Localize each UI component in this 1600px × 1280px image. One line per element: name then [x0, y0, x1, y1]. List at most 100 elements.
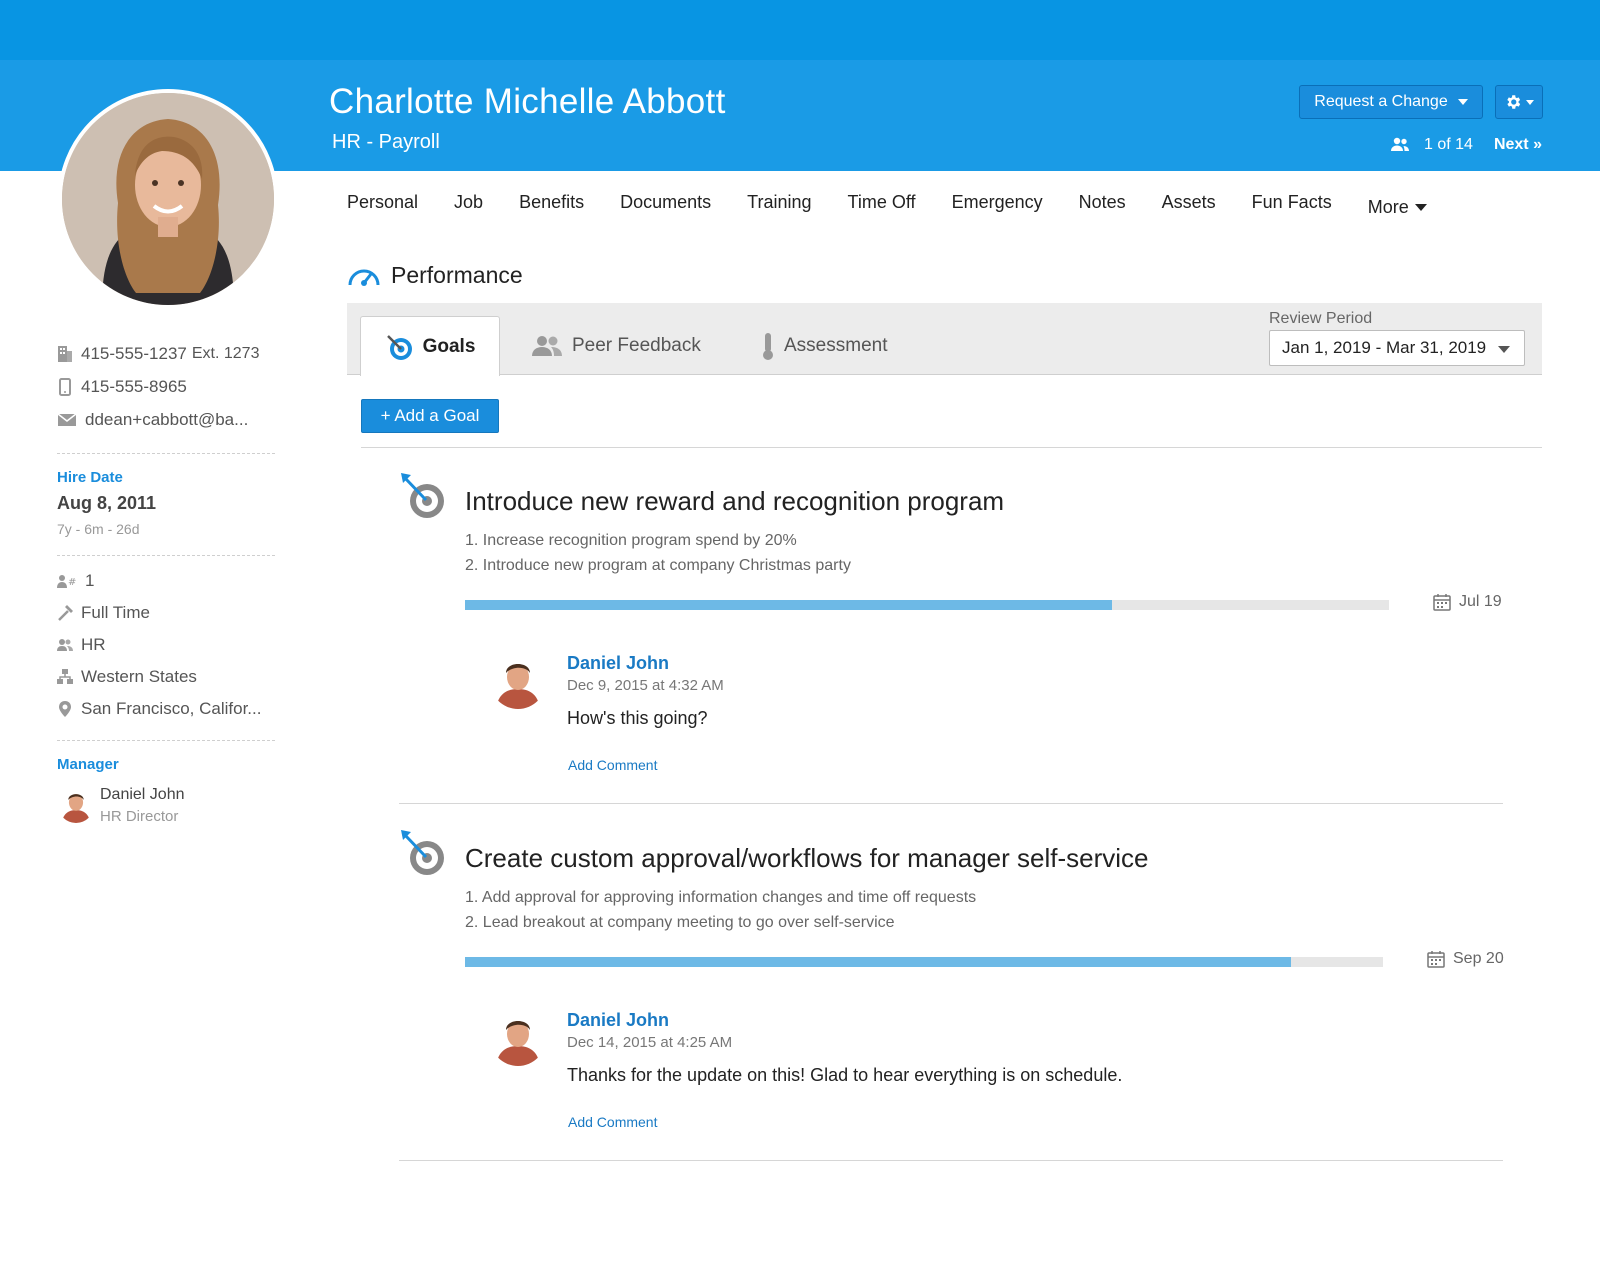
- manager-title: HR Director: [100, 808, 179, 825]
- section-header: Performance: [347, 262, 523, 289]
- goal-progress-fill: [465, 957, 1292, 967]
- location-value: San Francisco, Califor...: [81, 699, 262, 718]
- tab-assessment-label: Assessment: [784, 335, 888, 356]
- department: HR: [57, 635, 106, 655]
- employee-photo: [58, 89, 278, 309]
- goal-milestone: 2. Lead breakout at company meeting to g…: [465, 914, 895, 931]
- goal-milestone: 1. Add approval for approving informatio…: [465, 889, 977, 906]
- work-phone-ext: Ext. 1273: [191, 345, 260, 362]
- next-employee-link[interactable]: Next »: [1494, 136, 1542, 154]
- tab-time-off[interactable]: Time Off: [848, 192, 916, 222]
- employee-name: Charlotte Michelle Abbott: [329, 82, 726, 121]
- divider: [399, 1160, 1503, 1161]
- request-change-button[interactable]: Request a Change: [1299, 85, 1483, 119]
- location: San Francisco, Califor...: [57, 699, 261, 719]
- hire-date: Aug 8, 2011: [57, 493, 157, 513]
- tab-emergency[interactable]: Emergency: [952, 192, 1043, 222]
- goal-title[interactable]: Introduce new reward and recognition pro…: [465, 486, 1004, 517]
- add-goal-button[interactable]: + Add a Goal: [361, 399, 499, 433]
- comment-author[interactable]: Daniel John: [567, 1010, 669, 1031]
- top-bar: [0, 0, 1600, 60]
- goal-progress-bar: [465, 600, 1389, 610]
- review-period-value: Jan 1, 2019 - Mar 31, 2019: [1282, 338, 1487, 357]
- section-title: Performance: [391, 262, 523, 288]
- employee-department: HR - Payroll: [332, 131, 440, 153]
- review-period-select[interactable]: Jan 1, 2019 - Mar 31, 2019: [1269, 330, 1525, 366]
- tab-documents[interactable]: Documents: [620, 192, 711, 222]
- tab-notes[interactable]: Notes: [1079, 192, 1126, 222]
- hammer-icon: [58, 605, 73, 621]
- mobile-icon: [59, 378, 71, 396]
- goal-due-date: Sep 20: [1427, 950, 1504, 968]
- employment-type-value: Full Time: [81, 603, 150, 622]
- tab-personal[interactable]: Personal: [347, 192, 418, 222]
- hire-duration: 7y - 6m - 26d: [57, 521, 140, 537]
- comment-date: Dec 9, 2015 at 4:32 AM: [567, 677, 724, 694]
- goal-title[interactable]: Create custom approval/workflows for man…: [465, 843, 1148, 874]
- mobile-phone: 415-555-8965: [57, 377, 187, 397]
- target-icon: [386, 334, 412, 360]
- tab-peer-feedback[interactable]: Peer Feedback: [530, 316, 701, 376]
- division-value: Western States: [81, 667, 197, 686]
- tab-training[interactable]: Training: [747, 192, 811, 222]
- divider: [57, 453, 275, 454]
- tab-assessment[interactable]: Assessment: [760, 316, 887, 376]
- employee-number-value: 1: [85, 571, 95, 590]
- tab-goals-label: Goals: [422, 335, 476, 357]
- profile-tabs: Personal Job Benefits Documents Training…: [347, 192, 1427, 222]
- goal-progress-bar: [465, 957, 1383, 967]
- divider: [399, 803, 1503, 804]
- goal-progress-fill: [465, 600, 1112, 610]
- tab-peer-feedback-label: Peer Feedback: [572, 335, 701, 356]
- goal-milestone: 2. Introduce new program at company Chri…: [465, 557, 851, 574]
- tab-assets[interactable]: Assets: [1162, 192, 1216, 222]
- manager-name[interactable]: Daniel John: [100, 786, 185, 804]
- comment-date: Dec 14, 2015 at 4:25 AM: [567, 1034, 733, 1051]
- email-address[interactable]: ddean+cabbott@ba...: [85, 410, 248, 430]
- mobile-phone-number[interactable]: 415-555-8965: [81, 377, 187, 397]
- performance-tabs: Goals Peer Feedback Assessment Review Pe…: [347, 303, 1542, 376]
- request-change-label: Request a Change: [1314, 93, 1448, 110]
- thermometer-icon: [763, 333, 773, 360]
- tab-more[interactable]: More: [1368, 192, 1427, 222]
- review-period-label: Review Period: [1269, 310, 1373, 327]
- work-phone-number[interactable]: 415-555-1237: [81, 344, 187, 364]
- id-badge-icon: #: [57, 575, 76, 588]
- goal-milestone: 1. Increase recognition program spend by…: [465, 532, 797, 549]
- chevron-down-icon: [1457, 99, 1468, 105]
- pager-count: 1 of 14: [1424, 136, 1473, 153]
- speedometer-icon: [348, 269, 380, 286]
- tab-goals[interactable]: Goals: [360, 316, 500, 376]
- people-icon: [57, 639, 73, 651]
- hire-date-label: Hire Date: [57, 469, 123, 486]
- email: ddean+cabbott@ba...: [57, 410, 248, 430]
- avatar: [490, 653, 546, 709]
- map-pin-icon: [59, 701, 71, 717]
- comment-author[interactable]: Daniel John: [567, 653, 669, 674]
- employee-number: # 1: [57, 571, 94, 591]
- divider: [57, 740, 275, 741]
- employee-pager: 1 of 14 Next »: [1390, 134, 1542, 156]
- chevron-down-icon: [1498, 346, 1510, 353]
- tab-fun-facts[interactable]: Fun Facts: [1252, 192, 1332, 222]
- goal-target-icon: [401, 830, 444, 875]
- settings-button[interactable]: [1495, 85, 1543, 119]
- add-comment-link[interactable]: Add Comment: [568, 757, 657, 773]
- goal-target-icon: [401, 473, 444, 518]
- divider: [57, 555, 275, 556]
- division: Western States: [57, 667, 197, 687]
- goal-due-date: Jul 19: [1433, 593, 1502, 611]
- avatar: [490, 1010, 546, 1066]
- people-icon: [1391, 137, 1409, 151]
- tab-benefits[interactable]: Benefits: [519, 192, 584, 222]
- work-phone: 415-555-1237 Ext. 1273: [57, 344, 259, 364]
- comment-text: How's this going?: [567, 708, 708, 728]
- gear-icon: [1507, 95, 1521, 109]
- people-icon: [532, 336, 562, 356]
- divider: [361, 447, 1542, 448]
- add-comment-link[interactable]: Add Comment: [568, 1114, 657, 1130]
- calendar-icon: [1427, 951, 1445, 968]
- building-icon: [58, 346, 72, 362]
- tab-job[interactable]: Job: [454, 192, 483, 222]
- chevron-down-icon: [1414, 203, 1427, 211]
